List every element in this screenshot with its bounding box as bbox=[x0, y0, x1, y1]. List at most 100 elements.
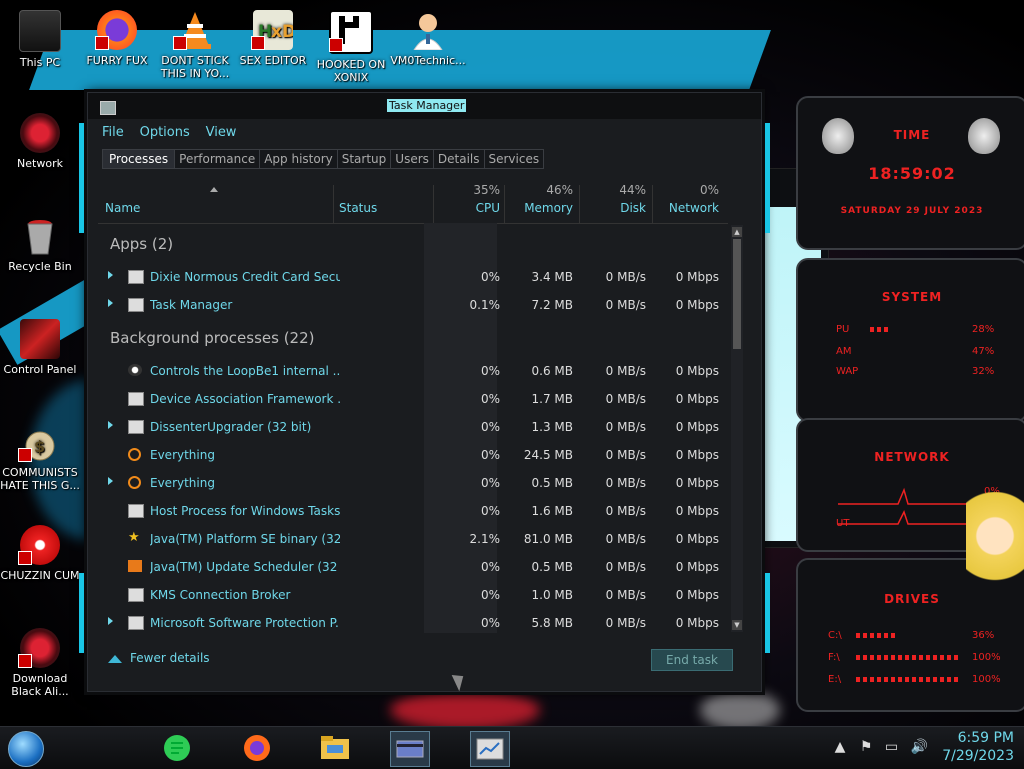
desktop-icon-control-panel[interactable]: Control Panel bbox=[0, 319, 80, 376]
process-network: 0 Mbps bbox=[675, 532, 719, 546]
column-disk-percent: 44% bbox=[619, 183, 646, 197]
taskbar-task-manager[interactable] bbox=[470, 731, 510, 767]
recycle-bin-icon bbox=[20, 216, 60, 256]
menu-options[interactable]: Options bbox=[140, 125, 190, 140]
process-network: 0 Mbps bbox=[675, 420, 719, 434]
drive-value: 100% bbox=[972, 652, 1001, 663]
table-row[interactable]: ★ Java(TM) Platform SE binary (32... 2.1% 8… bbox=[98, 525, 728, 553]
process-memory: 5.8 MB bbox=[531, 616, 573, 630]
loopbe-icon bbox=[128, 364, 142, 376]
expand-arrow-icon[interactable] bbox=[108, 477, 113, 485]
window-title: Task Manager bbox=[387, 99, 467, 112]
table-row[interactable]: Host Process for Windows Tasks 0% 1.6 MB 0 … bbox=[98, 497, 728, 525]
table-row[interactable]: Java(TM) Update Scheduler (32 ... 0% 0.5 M… bbox=[98, 553, 728, 581]
wallpaper-glow bbox=[390, 690, 540, 730]
process-cpu: 0% bbox=[480, 476, 500, 490]
system-ram-label: AM bbox=[836, 346, 852, 357]
task-manager-app-icon bbox=[100, 101, 116, 115]
vertical-scrollbar[interactable]: ▲ ▼ bbox=[731, 225, 743, 632]
process-network: 0 Mbps bbox=[675, 588, 719, 602]
process-disk: 0 MB/s bbox=[605, 588, 646, 602]
network-icon[interactable]: ▭ bbox=[885, 739, 898, 755]
process-disk: 0 MB/s bbox=[605, 298, 646, 312]
column-disk[interactable]: Disk bbox=[583, 201, 646, 215]
taskbar-credit-card-app[interactable] bbox=[390, 731, 430, 767]
process-name: KMS Connection Broker bbox=[150, 588, 291, 602]
expand-arrow-icon[interactable] bbox=[108, 421, 113, 429]
chevron-up-icon bbox=[108, 654, 122, 663]
column-cpu[interactable]: CPU bbox=[438, 201, 500, 215]
column-memory[interactable]: Memory bbox=[508, 201, 573, 215]
end-task-button[interactable]: End task bbox=[651, 649, 733, 671]
tab-app-history[interactable]: App history bbox=[260, 149, 338, 169]
desktop-icon-hooked-on-xonix[interactable]: HOOKED ON XONIX bbox=[311, 10, 391, 84]
chuzzle-icon bbox=[18, 525, 60, 565]
process-network: 0 Mbps bbox=[675, 298, 719, 312]
taskbar-firefox[interactable] bbox=[238, 731, 276, 765]
show-hidden-icons-icon[interactable]: ▲ bbox=[835, 739, 846, 755]
process-name: Java(TM) Update Scheduler (32 ... bbox=[150, 560, 340, 574]
tab-details[interactable]: Details bbox=[433, 149, 485, 169]
table-row[interactable]: DissenterUpgrader (32 bit) 0% 1.3 MB 0 MB/s… bbox=[98, 413, 728, 441]
process-cpu: 0% bbox=[480, 420, 500, 434]
doctor-icon bbox=[408, 10, 448, 51]
desktop-icon-recycle-bin[interactable]: Recycle Bin bbox=[0, 216, 80, 273]
fewer-details-link[interactable]: Fewer details bbox=[108, 651, 210, 665]
table-row[interactable]: Dixie Normous Credit Card Secu... 0% 3.4 M… bbox=[98, 263, 728, 291]
control-panel-icon bbox=[20, 319, 60, 359]
desktop-icon-furry-fux[interactable]: FURRY FUX bbox=[77, 10, 157, 67]
desktop-icon-dont-stick[interactable]: DONT STICK THIS IN YO... bbox=[155, 10, 235, 80]
column-name[interactable]: Name bbox=[105, 201, 140, 215]
desktop-icon-download-black-ali[interactable]: Download Black Ali... bbox=[0, 628, 80, 698]
tab-users[interactable]: Users bbox=[391, 149, 434, 169]
tab-services[interactable]: Services bbox=[484, 149, 545, 169]
desktop-icon-communists[interactable]: $ COMMUNISTS HATE THIS G... bbox=[0, 422, 80, 492]
process-disk: 0 MB/s bbox=[605, 504, 646, 518]
process-cpu: 0% bbox=[480, 616, 500, 630]
process-cpu: 0% bbox=[480, 560, 500, 574]
scroll-down-arrow-icon[interactable]: ▼ bbox=[732, 620, 742, 630]
table-row[interactable]: Device Association Framework ... 0% 1.7 MB… bbox=[98, 385, 728, 413]
magnifier-icon bbox=[128, 476, 141, 489]
expand-arrow-icon[interactable] bbox=[108, 617, 113, 625]
flag-icon[interactable]: ⚑ bbox=[860, 739, 873, 755]
menu-view[interactable]: View bbox=[206, 125, 237, 140]
desktop-icon-label: Network bbox=[17, 157, 63, 170]
title-bar[interactable]: Task Manager bbox=[88, 93, 761, 119]
table-row[interactable]: Everything 0% 24.5 MB 0 MB/s 0 Mbps bbox=[98, 441, 728, 469]
scrollbar-thumb[interactable] bbox=[733, 239, 741, 349]
tab-processes[interactable]: Processes bbox=[102, 149, 176, 169]
scroll-up-arrow-icon[interactable]: ▲ bbox=[732, 227, 742, 237]
taskbar-file-explorer[interactable] bbox=[316, 731, 354, 765]
table-row[interactable]: Controls the LoopBe1 internal ... 0% 0.6 M… bbox=[98, 357, 728, 385]
desktop-icon-vm0technic[interactable]: VM0Technic... bbox=[388, 10, 468, 67]
xonix-icon bbox=[329, 10, 373, 54]
process-memory: 1.3 MB bbox=[531, 420, 573, 434]
table-row[interactable]: KMS Connection Broker 0% 1.0 MB 0 MB/s 0 Mbp… bbox=[98, 581, 728, 609]
table-row[interactable]: Everything 0% 0.5 MB 0 MB/s 0 Mbps bbox=[98, 469, 728, 497]
system-swap-label: WAP bbox=[836, 366, 859, 377]
menu-file[interactable]: File bbox=[102, 125, 124, 140]
taskbar-clock[interactable]: 6:59 PM 7/29/2023 bbox=[942, 729, 1014, 765]
magnifier-icon bbox=[128, 448, 141, 461]
table-row[interactable]: Microsoft Software Protection P... 0% 5.8 … bbox=[98, 609, 728, 633]
desktop-icon-chuzzin-cum[interactable]: CHUZZIN CUM bbox=[0, 525, 80, 582]
desktop-icon-label: SEX EDITOR bbox=[239, 54, 307, 67]
network-widget-title: NETWORK bbox=[874, 450, 950, 464]
tab-startup[interactable]: Startup bbox=[337, 149, 392, 169]
table-row[interactable]: Task Manager 0.1% 7.2 MB 0 MB/s 0 Mbps bbox=[98, 291, 728, 319]
task-manager-window[interactable]: Task Manager File Options View Processes… bbox=[79, 92, 770, 692]
start-button[interactable] bbox=[8, 731, 44, 767]
expand-arrow-icon[interactable] bbox=[108, 271, 113, 279]
taskbar-notes-app[interactable] bbox=[158, 731, 196, 765]
time-widget-title: TIME bbox=[893, 128, 931, 142]
desktop-icon-network[interactable]: Network bbox=[0, 113, 80, 170]
desktop-icon-sex-editor[interactable]: HxD SEX EDITOR bbox=[233, 10, 313, 67]
expand-arrow-icon[interactable] bbox=[108, 299, 113, 307]
tab-performance[interactable]: Performance bbox=[175, 149, 261, 169]
volume-icon[interactable]: 🔊 bbox=[911, 739, 928, 755]
column-network[interactable]: Network bbox=[656, 201, 719, 215]
column-status[interactable]: Status bbox=[339, 201, 377, 215]
desktop-icon-this-pc[interactable]: This PC bbox=[0, 10, 80, 69]
process-memory: 1.0 MB bbox=[531, 588, 573, 602]
